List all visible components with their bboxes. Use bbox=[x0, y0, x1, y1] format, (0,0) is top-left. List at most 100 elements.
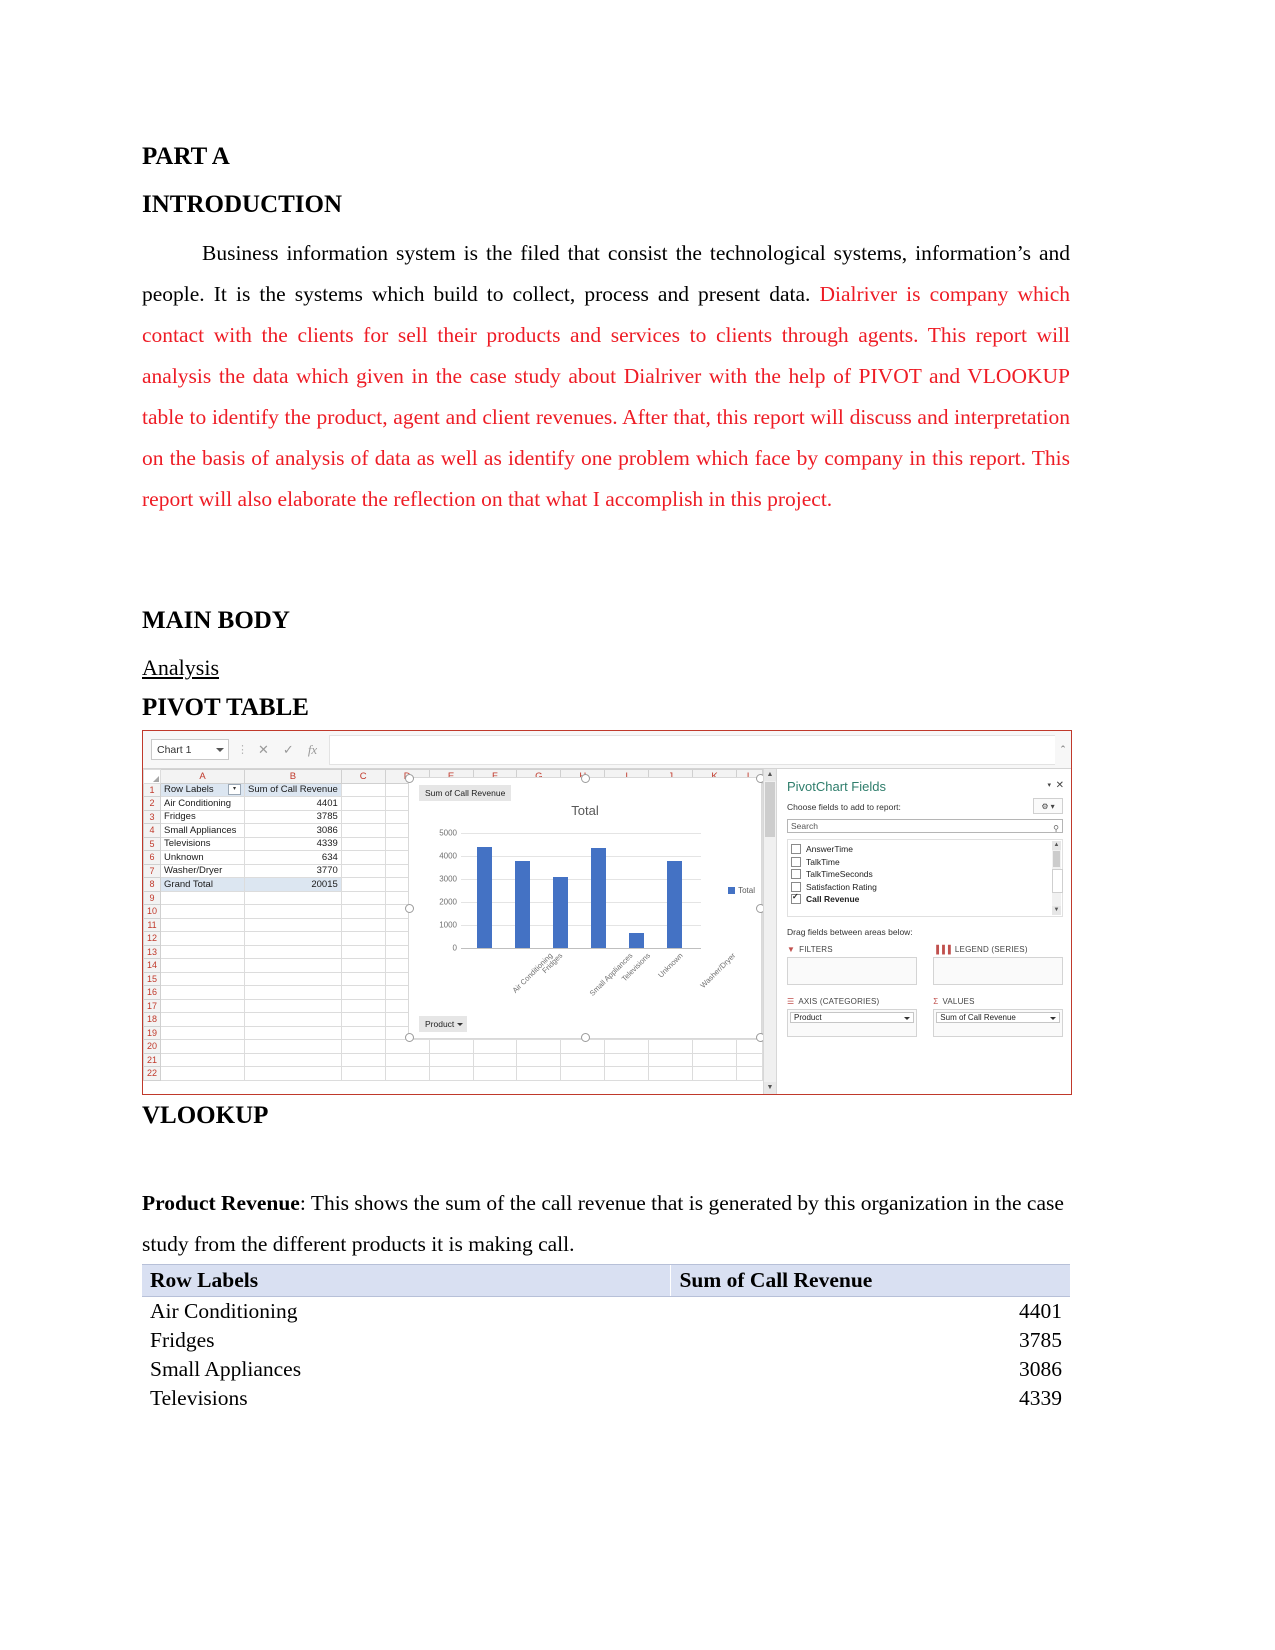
resize-handle[interactable] bbox=[581, 774, 590, 783]
row-header-15[interactable]: 15 bbox=[143, 971, 162, 986]
field-chip-product[interactable]: Product bbox=[790, 1012, 914, 1023]
row-header-11[interactable]: 11 bbox=[143, 917, 162, 932]
cell-a4[interactable]: Small Appliances bbox=[160, 823, 245, 838]
row-header-6[interactable]: 6 bbox=[143, 850, 162, 865]
cell-b3[interactable]: 3785 bbox=[244, 809, 342, 824]
cell-a8[interactable]: Grand Total bbox=[160, 877, 245, 892]
field-list-scrollbar[interactable]: ▲ ▼ bbox=[1052, 841, 1063, 915]
row-header-5[interactable]: 5 bbox=[143, 836, 162, 851]
scroll-down-icon[interactable]: ▼ bbox=[764, 1082, 776, 1094]
row-header-17[interactable]: 17 bbox=[143, 998, 162, 1013]
accept-icon[interactable]: ✓ bbox=[283, 742, 294, 758]
resize-handle[interactable] bbox=[756, 904, 763, 913]
cell-b1[interactable]: Sum of Call Revenue bbox=[244, 782, 342, 797]
pane-dropdown-icon[interactable]: ▾ bbox=[1047, 781, 1051, 789]
cell-c1[interactable] bbox=[340, 782, 386, 797]
area-dropzone[interactable] bbox=[787, 957, 917, 985]
resize-handle[interactable] bbox=[405, 904, 414, 913]
resize-handle[interactable] bbox=[756, 774, 763, 783]
area-filters[interactable]: ▼ FILTERS bbox=[787, 945, 917, 985]
chevron-down-icon[interactable] bbox=[1050, 1017, 1056, 1020]
column-header-c[interactable]: C bbox=[340, 769, 386, 784]
field-list-tools-button[interactable]: ⚙ ▾ bbox=[1033, 798, 1063, 814]
column-header-a[interactable]: A bbox=[160, 769, 245, 784]
cell-b4[interactable]: 3086 bbox=[244, 823, 342, 838]
resize-handle[interactable] bbox=[405, 774, 414, 783]
chevron-down-icon[interactable] bbox=[903, 1017, 910, 1020]
area-legend[interactable]: ▐▐▐ LEGEND (SERIES) bbox=[933, 945, 1063, 985]
field-item-talktime[interactable]: TalkTime bbox=[791, 856, 1062, 869]
cancel-icon[interactable]: ✕ bbox=[258, 742, 269, 758]
resize-handle[interactable] bbox=[581, 1033, 590, 1042]
field-chip-sum-of-call-revenue[interactable]: Sum of Call Revenue bbox=[936, 1012, 1060, 1023]
row-header-19[interactable]: 19 bbox=[143, 1025, 162, 1040]
vertical-scrollbar[interactable]: ▲ ▼ bbox=[763, 769, 776, 1094]
field-item-call-revenue[interactable]: Call Revenue bbox=[791, 892, 1062, 906]
area-dropzone[interactable]: Sum of Call Revenue bbox=[933, 1009, 1063, 1037]
chevron-down-icon[interactable] bbox=[216, 748, 224, 752]
cell-a3[interactable]: Fridges bbox=[160, 809, 245, 824]
column-header-b[interactable]: B bbox=[244, 769, 342, 784]
area-dropzone[interactable]: Product bbox=[787, 1009, 917, 1037]
close-icon[interactable]: ✕ bbox=[1056, 780, 1064, 791]
scroll-up-icon[interactable]: ▲ bbox=[1052, 841, 1061, 850]
resize-handle[interactable] bbox=[405, 1033, 414, 1042]
area-values[interactable]: Σ VALUES Sum of Call Revenue bbox=[933, 997, 1063, 1037]
row-header-4[interactable]: 4 bbox=[143, 823, 162, 838]
checkbox[interactable] bbox=[791, 869, 801, 880]
field-item-talktimeseconds[interactable]: TalkTimeSeconds bbox=[791, 868, 1062, 881]
name-box[interactable]: Chart 1 bbox=[151, 739, 229, 760]
select-all-corner[interactable] bbox=[143, 769, 162, 784]
search-input[interactable]: Search ⚲ bbox=[787, 819, 1063, 833]
cell-b8[interactable]: 20015 bbox=[244, 877, 342, 892]
formula-input[interactable] bbox=[329, 734, 1055, 765]
checkbox[interactable] bbox=[791, 881, 801, 892]
row-header-7[interactable]: 7 bbox=[143, 863, 162, 878]
pivot-chart-object[interactable]: Sum of Call Revenue Total 5000 4000 3000… bbox=[405, 774, 763, 1042]
cell-b5[interactable]: 4339 bbox=[244, 836, 342, 851]
row-header-3[interactable]: 3 bbox=[143, 809, 162, 824]
cell-a7[interactable]: Washer/Dryer bbox=[160, 863, 245, 878]
checkbox[interactable] bbox=[791, 856, 801, 867]
filter-dropdown-icon[interactable]: ▾ bbox=[228, 784, 241, 796]
chart-value-field-button[interactable]: Sum of Call Revenue bbox=[419, 785, 512, 801]
chevron-down-icon[interactable] bbox=[457, 1023, 464, 1026]
area-axis[interactable]: ☰ AXIS (CATEGORIES) Product bbox=[787, 997, 917, 1037]
row-header-13[interactable]: 13 bbox=[143, 944, 162, 959]
row-header-16[interactable]: 16 bbox=[143, 985, 162, 1000]
chart-axis-field-button[interactable]: Product bbox=[419, 1016, 468, 1032]
cell-a5[interactable]: Televisions bbox=[160, 836, 245, 851]
cell-b7[interactable]: 3770 bbox=[244, 863, 342, 878]
row-header-10[interactable]: 10 bbox=[143, 904, 162, 919]
area-dropzone[interactable] bbox=[933, 957, 1063, 985]
expand-formula-bar-icon[interactable]: ⌃ bbox=[1055, 744, 1071, 755]
row-header-18[interactable]: 18 bbox=[143, 1012, 162, 1027]
row-header-22[interactable]: 22 bbox=[143, 1066, 162, 1081]
field-list[interactable]: AnswerTime TalkTime TalkTimeSeconds Sati… bbox=[787, 839, 1063, 917]
cell-b2[interactable]: 4401 bbox=[244, 796, 342, 811]
resize-handle[interactable] bbox=[756, 1033, 763, 1042]
scrollbar-thumb[interactable] bbox=[765, 782, 775, 837]
row-header-2[interactable]: 2 bbox=[143, 796, 162, 811]
scrollbar-thumb[interactable] bbox=[1053, 851, 1060, 867]
cell-a1[interactable]: ▾ Row Labels bbox=[160, 782, 245, 797]
cell-a2[interactable]: Air Conditioning bbox=[160, 796, 245, 811]
checkbox[interactable] bbox=[791, 892, 801, 905]
row-header-8[interactable]: 8 bbox=[143, 877, 162, 892]
field-item-satisfaction-rating[interactable]: Satisfaction Rating bbox=[791, 881, 1062, 894]
row-header-12[interactable]: 12 bbox=[143, 931, 162, 946]
row-header-9[interactable]: 9 bbox=[143, 890, 162, 905]
field-item-answertime[interactable]: AnswerTime bbox=[791, 843, 1062, 856]
insert-function-icon[interactable]: fx bbox=[308, 742, 317, 758]
scrollbar-track[interactable] bbox=[1052, 869, 1063, 893]
cell-a6[interactable]: Unknown bbox=[160, 850, 245, 865]
row-header-1[interactable]: 1 bbox=[143, 782, 162, 797]
row-header-14[interactable]: 14 bbox=[143, 958, 162, 973]
checkbox[interactable] bbox=[791, 844, 801, 855]
spreadsheet-grid[interactable]: A B C D E F G H I J K L 1 bbox=[143, 769, 763, 1094]
row-header-20[interactable]: 20 bbox=[143, 1039, 162, 1054]
scroll-up-icon[interactable]: ▲ bbox=[764, 769, 776, 781]
cell-b6[interactable]: 634 bbox=[244, 850, 342, 865]
scroll-down-icon[interactable]: ▼ bbox=[1052, 906, 1061, 915]
row-header-21[interactable]: 21 bbox=[143, 1052, 162, 1067]
